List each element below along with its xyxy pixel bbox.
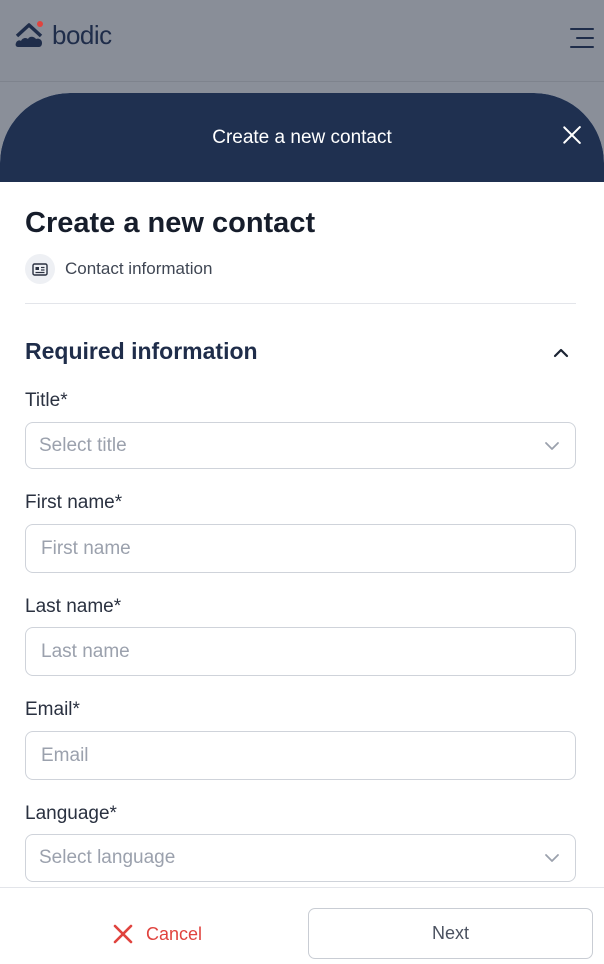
last-name-field[interactable]: Last name — [25, 627, 576, 676]
step-label: Contact information — [65, 259, 213, 278]
step-indicator: Contact information — [25, 254, 212, 284]
contact-card-icon — [25, 254, 55, 284]
chevron-up-icon[interactable] — [550, 344, 572, 362]
email-label: Email* — [25, 699, 80, 720]
divider — [25, 303, 576, 304]
cancel-button[interactable]: Cancel — [112, 920, 202, 948]
email-placeholder: Email — [41, 744, 89, 766]
create-contact-modal: Create a new contact Create a new contac… — [0, 93, 604, 964]
modal-header: Create a new contact — [0, 93, 604, 182]
chevron-down-icon — [545, 441, 559, 450]
form-title: Create a new contact — [25, 207, 316, 239]
title-select-placeholder: Select title — [39, 434, 127, 456]
email-field[interactable]: Email — [25, 731, 576, 780]
logo[interactable]: bodic — [14, 18, 112, 52]
language-label: Language* — [25, 803, 117, 824]
close-icon[interactable] — [561, 124, 583, 146]
hamburger-menu-icon[interactable] — [568, 26, 594, 50]
first-name-label: First name* — [25, 492, 123, 513]
close-icon — [113, 924, 133, 944]
modal-header-title: Create a new contact — [212, 126, 392, 148]
language-select[interactable]: Select language — [25, 834, 576, 882]
top-bar: bodic — [0, 0, 604, 82]
first-name-placeholder: First name — [41, 537, 131, 559]
last-name-label: Last name* — [25, 596, 122, 617]
chevron-down-icon — [545, 854, 559, 862]
language-select-placeholder: Select language — [39, 847, 176, 868]
title-label: Title* — [25, 390, 68, 411]
bodic-logo-icon — [15, 21, 43, 47]
cancel-label: Cancel — [146, 923, 203, 944]
next-label: Next — [431, 923, 469, 943]
modal-footer: Cancel Next — [0, 887, 604, 964]
title-select[interactable]: Select title — [25, 422, 576, 469]
section-title: Required information — [25, 338, 258, 364]
logo-text: bodic — [52, 19, 112, 50]
first-name-field[interactable]: First name — [25, 524, 576, 573]
last-name-placeholder: Last name — [41, 640, 130, 662]
next-button[interactable]: Next — [308, 908, 593, 959]
